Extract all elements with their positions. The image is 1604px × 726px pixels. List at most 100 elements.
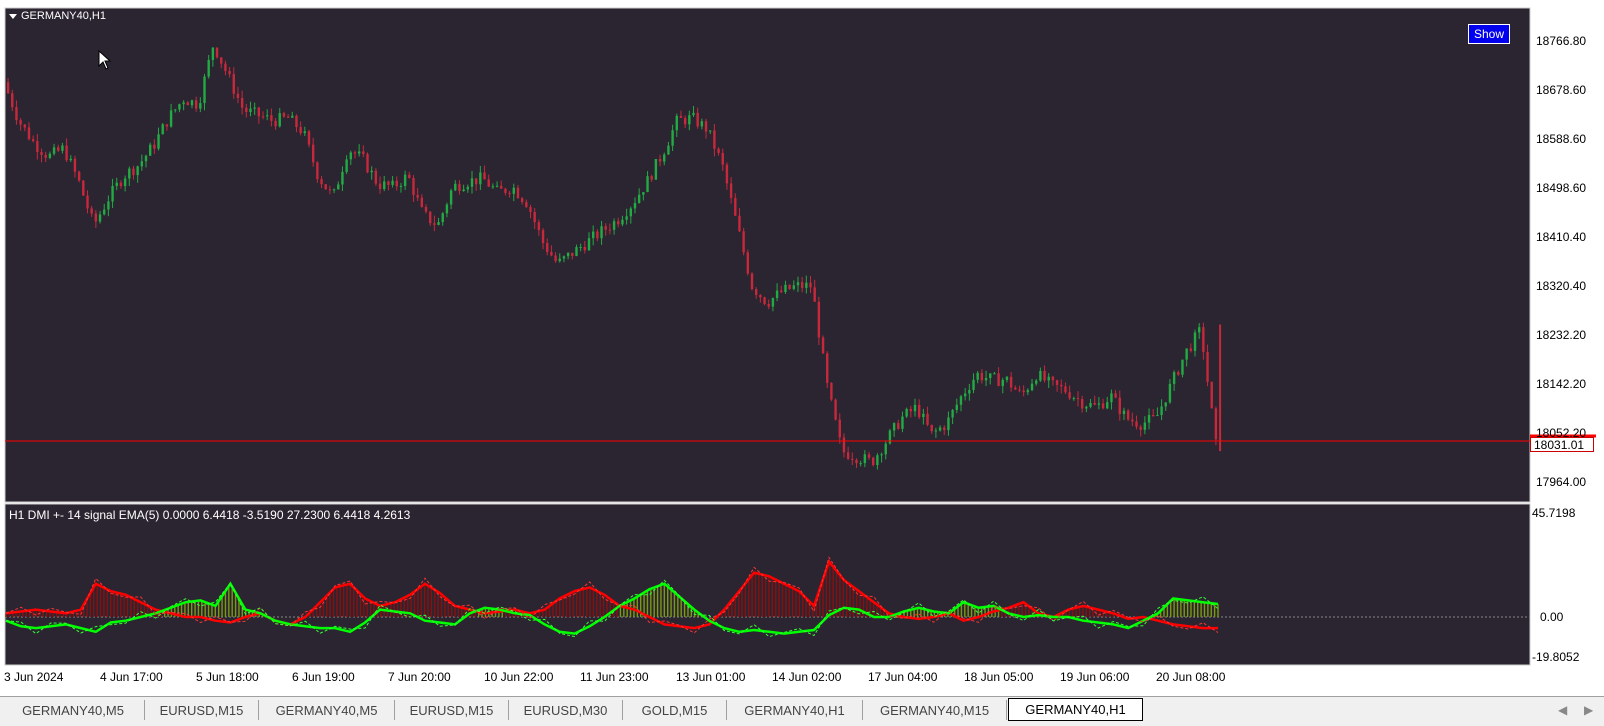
candle-body [466, 186, 470, 190]
candle-body [111, 185, 114, 202]
candle-body [520, 198, 524, 203]
indicator-axis-label: -19.8052 [1532, 650, 1580, 664]
candle-body [1101, 403, 1105, 409]
candle-body [98, 214, 102, 222]
candle-body [729, 183, 733, 198]
tab-germany40-h1-active[interactable]: GERMANY40,H1 [1008, 698, 1143, 721]
tab-germany40-m5-2[interactable]: GERMANY40,M5 [259, 700, 395, 720]
candle-body [169, 110, 173, 127]
candle-body [1047, 376, 1050, 381]
candle-body [86, 195, 89, 209]
candle-body [926, 413, 929, 425]
candle-body [617, 221, 620, 225]
candle-body [408, 174, 411, 179]
candle-body [458, 183, 461, 192]
candle-body [199, 103, 202, 109]
candle-body [959, 396, 963, 405]
candle-body [876, 455, 879, 466]
price-axis-label: 18410.40 [1536, 230, 1587, 244]
candle-body [671, 130, 674, 146]
candle-body [800, 282, 804, 288]
candle-body [420, 197, 424, 207]
candle-body [667, 145, 670, 155]
candle-body [1085, 406, 1088, 409]
tab-eurusd-m30[interactable]: EURUSD,M30 [509, 700, 623, 720]
price-axis-label: 18320.40 [1536, 279, 1587, 293]
tab-scroll-left-icon[interactable]: ◀ [1558, 703, 1567, 717]
time-axis-label: 14 Jun 02:00 [772, 670, 842, 684]
candle-body [236, 93, 240, 98]
candle-body [1185, 348, 1188, 360]
tab-germany40-m15[interactable]: GERMANY40,M15 [863, 700, 1007, 720]
candle-body [938, 427, 942, 431]
candle-body [27, 127, 31, 140]
candle-body [972, 379, 975, 390]
chart-area[interactable]: GERMANY40,H1 Show H1 DMI +- 14 signal EM… [0, 0, 1604, 696]
candle-body [90, 208, 93, 214]
candle-body [140, 161, 144, 167]
candle-body [913, 404, 917, 412]
indicator-title: H1 DMI +- 14 signal EMA(5) 0.0000 6.4418… [9, 508, 411, 522]
candle-body [1114, 393, 1117, 398]
candle-body [742, 231, 745, 253]
tab-germany40-h1[interactable]: GERMANY40,H1 [727, 700, 863, 720]
candle-body [947, 417, 950, 431]
candle-body [341, 171, 344, 185]
candle-body [809, 282, 812, 288]
price-axis-label: 17964.00 [1536, 475, 1587, 489]
candle-body [867, 454, 871, 458]
candle-body [366, 153, 369, 173]
candle-body [608, 229, 612, 231]
time-axis-label: 4 Jun 17:00 [100, 670, 163, 684]
candle-body [345, 159, 348, 172]
candle-body [901, 416, 904, 429]
candle-body [821, 337, 825, 354]
candle-body [31, 139, 35, 142]
time-axis-label: 13 Jun 01:00 [676, 670, 746, 684]
show-button[interactable]: Show [1468, 24, 1510, 44]
candle-body [253, 107, 256, 109]
tab-gold-m15[interactable]: GOLD,M15 [623, 700, 727, 720]
candle-body [378, 183, 382, 190]
symbol-title[interactable]: GERMANY40,H1 [9, 10, 106, 22]
candle-body [980, 372, 984, 381]
candle-body [650, 176, 653, 180]
candle-body [362, 151, 365, 154]
candle-body [675, 115, 678, 131]
candle-body [441, 213, 444, 223]
candle-body [963, 393, 967, 397]
candle-body [1106, 402, 1109, 409]
price-chart[interactable] [0, 0, 1604, 696]
tab-eurusd-m15-2[interactable]: EURUSD,M15 [395, 700, 509, 720]
price-axis-label: 18142.20 [1536, 377, 1587, 391]
candle-body [403, 174, 407, 186]
time-axis-label: 20 Jun 08:00 [1156, 670, 1226, 684]
candle-body [525, 202, 528, 208]
candle-body [704, 121, 708, 132]
candle-body [487, 179, 490, 187]
time-axis-label: 17 Jun 04:00 [868, 670, 938, 684]
candle-body [1076, 398, 1080, 400]
candle-body [537, 222, 541, 231]
candle-body [1206, 351, 1209, 382]
candle-body [642, 192, 645, 195]
candle-body [320, 179, 323, 185]
candle-body [387, 181, 390, 185]
candle-body [1135, 421, 1138, 427]
time-axis-label: 7 Jun 20:00 [388, 670, 451, 684]
candle-body [554, 255, 557, 262]
candle-body [249, 108, 252, 113]
candle-body [57, 147, 60, 151]
tab-scroll-right-icon[interactable]: ▶ [1584, 703, 1593, 717]
tab-germany40-m5[interactable]: GERMANY40,M5 [2, 700, 145, 720]
candle-body [934, 430, 938, 432]
candle-body [905, 408, 908, 417]
tab-eurusd-m15[interactable]: EURUSD,M15 [145, 700, 259, 720]
candle-body [1122, 410, 1126, 415]
candle-body [826, 353, 829, 383]
candle-body [257, 107, 261, 117]
candle-body [165, 124, 169, 127]
candle-body [775, 290, 779, 299]
collapse-triangle-icon[interactable] [9, 13, 17, 19]
candle-body [976, 372, 979, 380]
